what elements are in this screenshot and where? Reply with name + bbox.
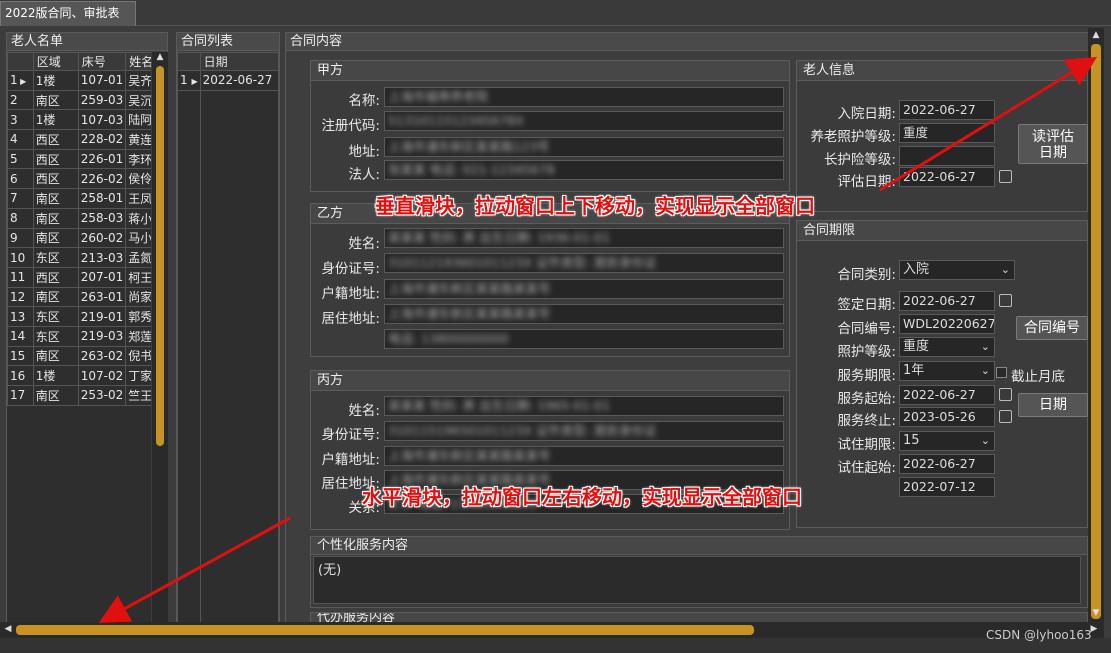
watermark: CSDN @lyhoo163 — [986, 628, 1092, 642]
annotation-horizontal-text: 水平滑块，拉动窗口左右移动，实现显示全部窗口 — [362, 485, 802, 509]
arrow-to-vscroll — [879, 56, 1098, 192]
annotation-arrows — [98, 56, 1098, 623]
annotation-vertical-text: 垂直滑块，拉动窗口上下移动，实现显示全部窗口 — [375, 194, 815, 218]
arrow-to-hscroll — [98, 516, 291, 623]
